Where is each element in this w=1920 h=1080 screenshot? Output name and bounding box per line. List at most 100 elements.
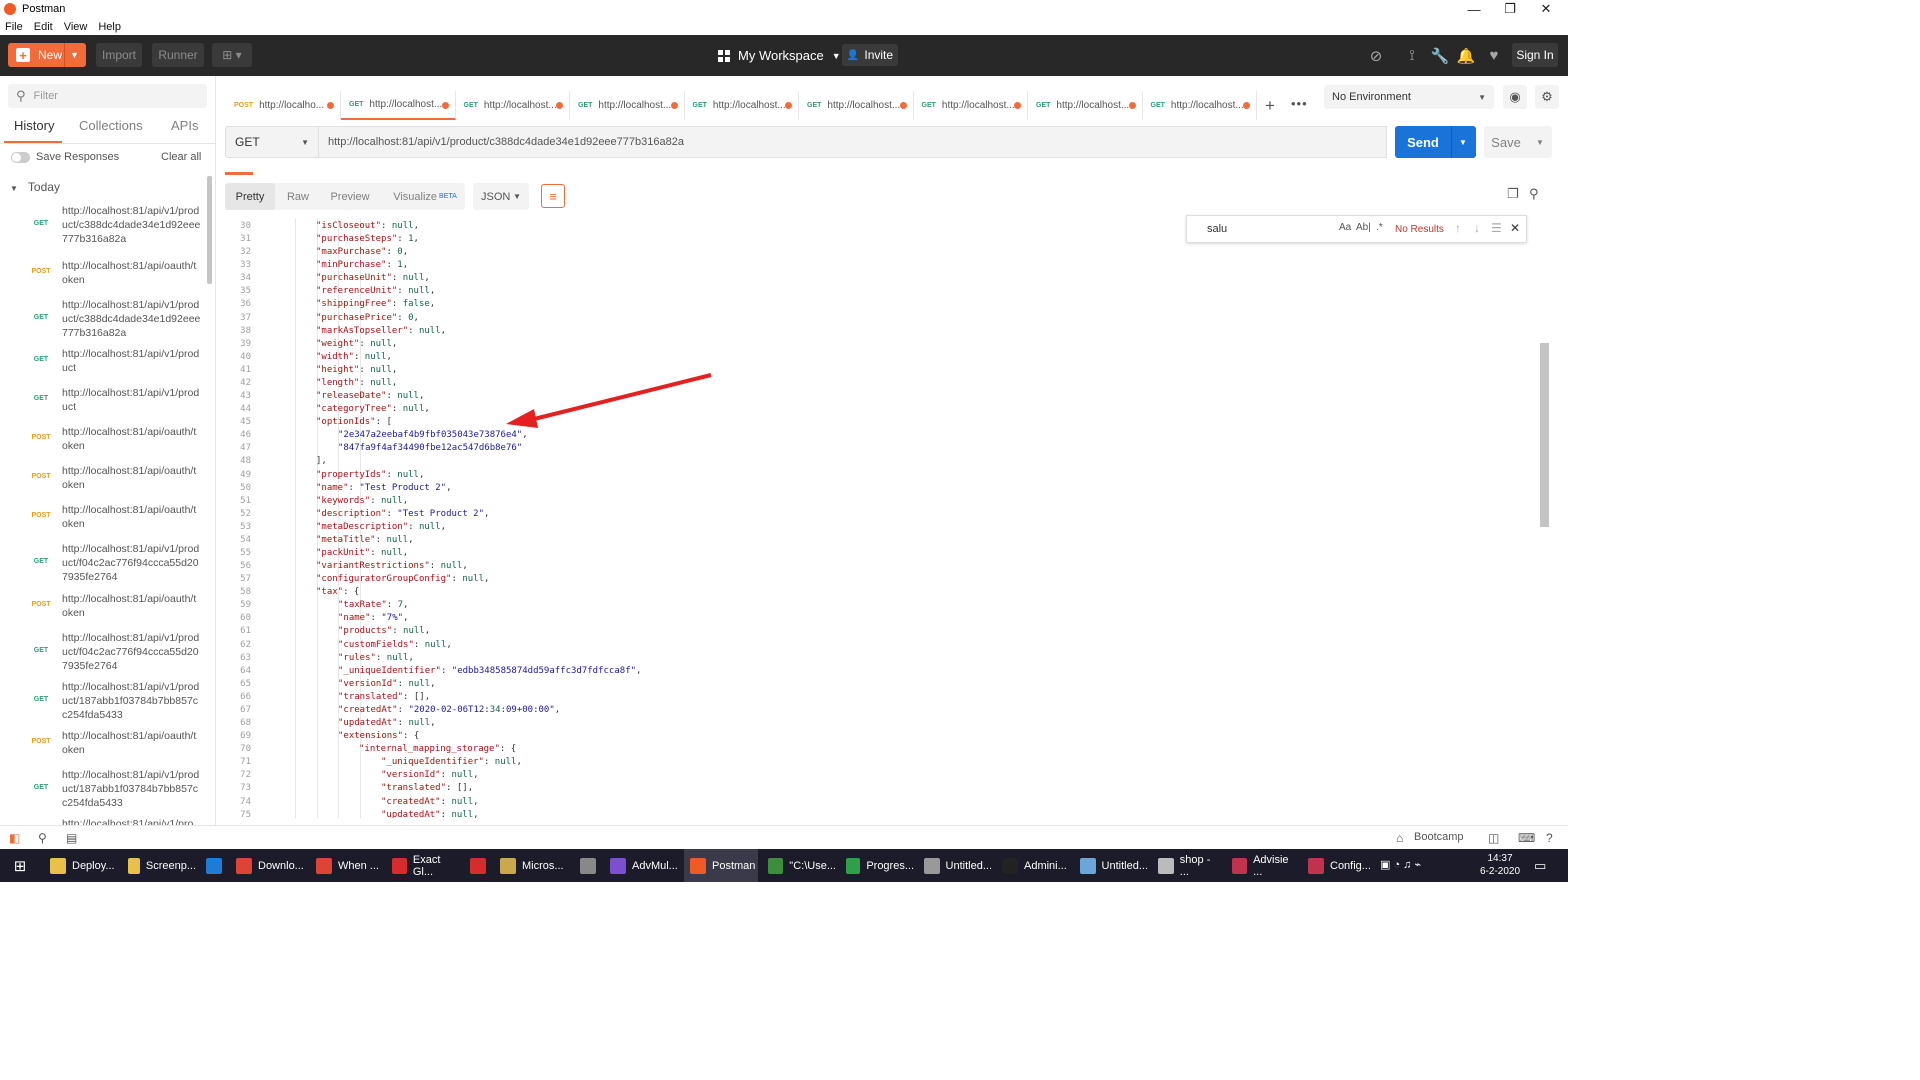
environment-selector[interactable]: No Environment ▼ [1324, 85, 1494, 109]
clear-all-button[interactable]: Clear all [161, 151, 201, 163]
taskbar-app[interactable]: Deploy... [44, 849, 118, 882]
search-icon[interactable]: ⚲ [1529, 186, 1539, 202]
regex-toggle[interactable]: .* [1376, 222, 1383, 233]
copy-icon[interactable]: ❐ [1507, 186, 1519, 202]
sidebar-scrollbar[interactable] [207, 176, 212, 284]
request-tab[interactable]: GET http://localhost... [570, 91, 685, 120]
whole-word-toggle[interactable]: Ab| [1356, 222, 1371, 233]
add-tab-button[interactable]: + [1265, 96, 1275, 116]
taskbar-app[interactable]: Progres... [840, 849, 914, 882]
request-tab[interactable]: GET http://localhost... [1143, 91, 1257, 120]
taskbar-app[interactable]: Postman [684, 849, 758, 882]
heart-icon[interactable]: ♥ [1482, 35, 1506, 76]
request-tab[interactable]: GET http://localhost... [456, 91, 570, 120]
invite-button[interactable]: 👤 Invite [842, 44, 898, 66]
taskbar-app[interactable]: Admini... [996, 849, 1070, 882]
close-icon[interactable]: ✕ [1510, 221, 1520, 235]
taskbar-app[interactable] [574, 849, 602, 882]
console-icon[interactable]: ▤ [66, 831, 77, 845]
help-icon[interactable]: ? [1546, 831, 1553, 845]
menu-edit[interactable]: Edit [34, 21, 53, 33]
response-body[interactable]: 30 "isCloseout": null, 31 "purchaseSteps": … [225, 218, 1535, 818]
filter-input[interactable]: ⚲ Filter [8, 84, 207, 108]
taskbar-app[interactable]: "C:\Use... [762, 849, 836, 882]
taskbar-app[interactable]: AdvMul... [604, 849, 678, 882]
system-tray-icons[interactable]: ▣ ◔ ♫ ⌁ [1380, 858, 1421, 871]
tab-preview[interactable]: Preview [325, 183, 375, 210]
sidebar-toggle-icon[interactable]: ◧ [9, 831, 20, 845]
menu-file[interactable]: File [5, 21, 23, 33]
tab-apis[interactable]: APIs [171, 118, 198, 133]
taskbar-app[interactable]: Exact Gl... [386, 849, 460, 882]
sign-in-button[interactable]: Sign In [1512, 43, 1558, 67]
send-button[interactable]: Send ▼ [1395, 126, 1476, 158]
taskbar-app[interactable]: shop - ... [1152, 849, 1222, 882]
request-tab[interactable]: GET http://localhost... [914, 91, 1028, 120]
find-replace-icon[interactable]: ⚲ [38, 831, 47, 845]
url-input[interactable]: http://localhost:81/api/v1/product/c388d… [319, 126, 1387, 158]
response-scrollbar-thumb[interactable] [1540, 343, 1549, 527]
import-button[interactable]: Import [96, 43, 142, 67]
code-text: "purchasePrice": 0, [316, 312, 419, 323]
request-tab[interactable]: POST http://localho... [226, 91, 341, 120]
new-window-button[interactable]: ⊞ ▾ [212, 43, 252, 67]
maximize-button[interactable]: ❐ [1492, 0, 1528, 18]
taskbar-app[interactable]: Untitled... [1074, 849, 1148, 882]
minimize-button[interactable]: — [1456, 0, 1492, 18]
interceptor-icon[interactable]: ⟟ [1400, 35, 1424, 76]
new-button[interactable]: + New ▼ [8, 43, 86, 67]
request-tab[interactable]: GET http://localhost... [341, 91, 456, 120]
close-window-button[interactable]: ✕ [1528, 0, 1564, 18]
taskbar-app[interactable] [200, 849, 228, 882]
wrench-icon[interactable]: 🔧 [1428, 35, 1452, 76]
line-number: 63 [240, 652, 251, 663]
menu-view[interactable]: View [64, 21, 88, 33]
save-dropdown-caret-icon[interactable]: ▼ [1536, 126, 1544, 158]
taskbar-app[interactable]: Micros... [494, 849, 568, 882]
tab-visualize[interactable]: Visualize BETA [385, 183, 465, 210]
bootcamp-link[interactable]: Bootcamp [1414, 831, 1464, 843]
taskbar-app[interactable]: Untitled... [918, 849, 992, 882]
menu-help[interactable]: Help [98, 21, 121, 33]
runner-button[interactable]: Runner [152, 43, 204, 67]
new-dropdown-caret-icon[interactable]: ▼ [70, 43, 79, 67]
wrap-lines-button[interactable]: ≡ [541, 184, 565, 208]
gear-icon[interactable]: ⚙ [1535, 85, 1559, 109]
request-tab[interactable]: GET http://localhost... [1028, 91, 1143, 120]
taskbar-app[interactable]: Config... [1302, 849, 1372, 882]
clock[interactable]: 14:37 6-2-2020 [1472, 852, 1528, 878]
bell-icon[interactable]: 🔔 [1454, 35, 1478, 76]
arrow-down-icon[interactable]: ↓ [1474, 221, 1480, 235]
match-case-toggle[interactable]: Aa [1339, 222, 1351, 233]
request-tab[interactable]: GET http://localhost... [799, 91, 914, 120]
app-icon [924, 857, 940, 874]
send-dropdown-caret-icon[interactable]: ▼ [1459, 126, 1467, 158]
workspace-selector[interactable]: My Workspace ▼ [718, 35, 841, 76]
taskbar-app[interactable]: When ... [310, 849, 384, 882]
method-select[interactable]: GET ▼ [225, 126, 319, 158]
two-pane-view-icon[interactable]: ◫ [1488, 831, 1499, 845]
save-responses-toggle[interactable] [11, 152, 30, 163]
taskbar-app[interactable]: Advisie ... [1226, 849, 1298, 882]
select-all-matches-icon[interactable]: ☰ [1491, 221, 1502, 235]
eye-icon[interactable]: ◉ [1503, 85, 1527, 109]
taskbar-app[interactable]: Downlo... [230, 849, 304, 882]
taskbar-app[interactable]: Screenp... [122, 849, 196, 882]
tab-history[interactable]: History [14, 118, 54, 133]
start-button[interactable]: ⊞ [10, 849, 30, 882]
notifications-icon[interactable]: ▭ [1534, 858, 1546, 874]
format-select[interactable]: JSON ▼ [473, 183, 529, 210]
request-tab[interactable]: GET http://localhost... [685, 91, 799, 120]
keyboard-shortcuts-icon[interactable]: ⌨ [1518, 831, 1535, 845]
find-input[interactable]: salu [1207, 223, 1227, 235]
history-group-today[interactable]: ▼ Today [10, 180, 60, 194]
sync-off-icon[interactable]: ⊘ [1364, 35, 1388, 76]
save-button[interactable]: Save ▼ [1484, 126, 1552, 158]
tab-raw[interactable]: Raw [277, 183, 319, 210]
more-tabs-button[interactable]: ••• [1291, 96, 1308, 111]
arrow-up-icon[interactable]: ↑ [1455, 221, 1461, 235]
code-text: "metaDescription": null, [316, 521, 447, 532]
tab-pretty[interactable]: Pretty [225, 183, 275, 210]
taskbar-app[interactable] [464, 849, 492, 882]
tab-collections[interactable]: Collections [79, 118, 143, 133]
